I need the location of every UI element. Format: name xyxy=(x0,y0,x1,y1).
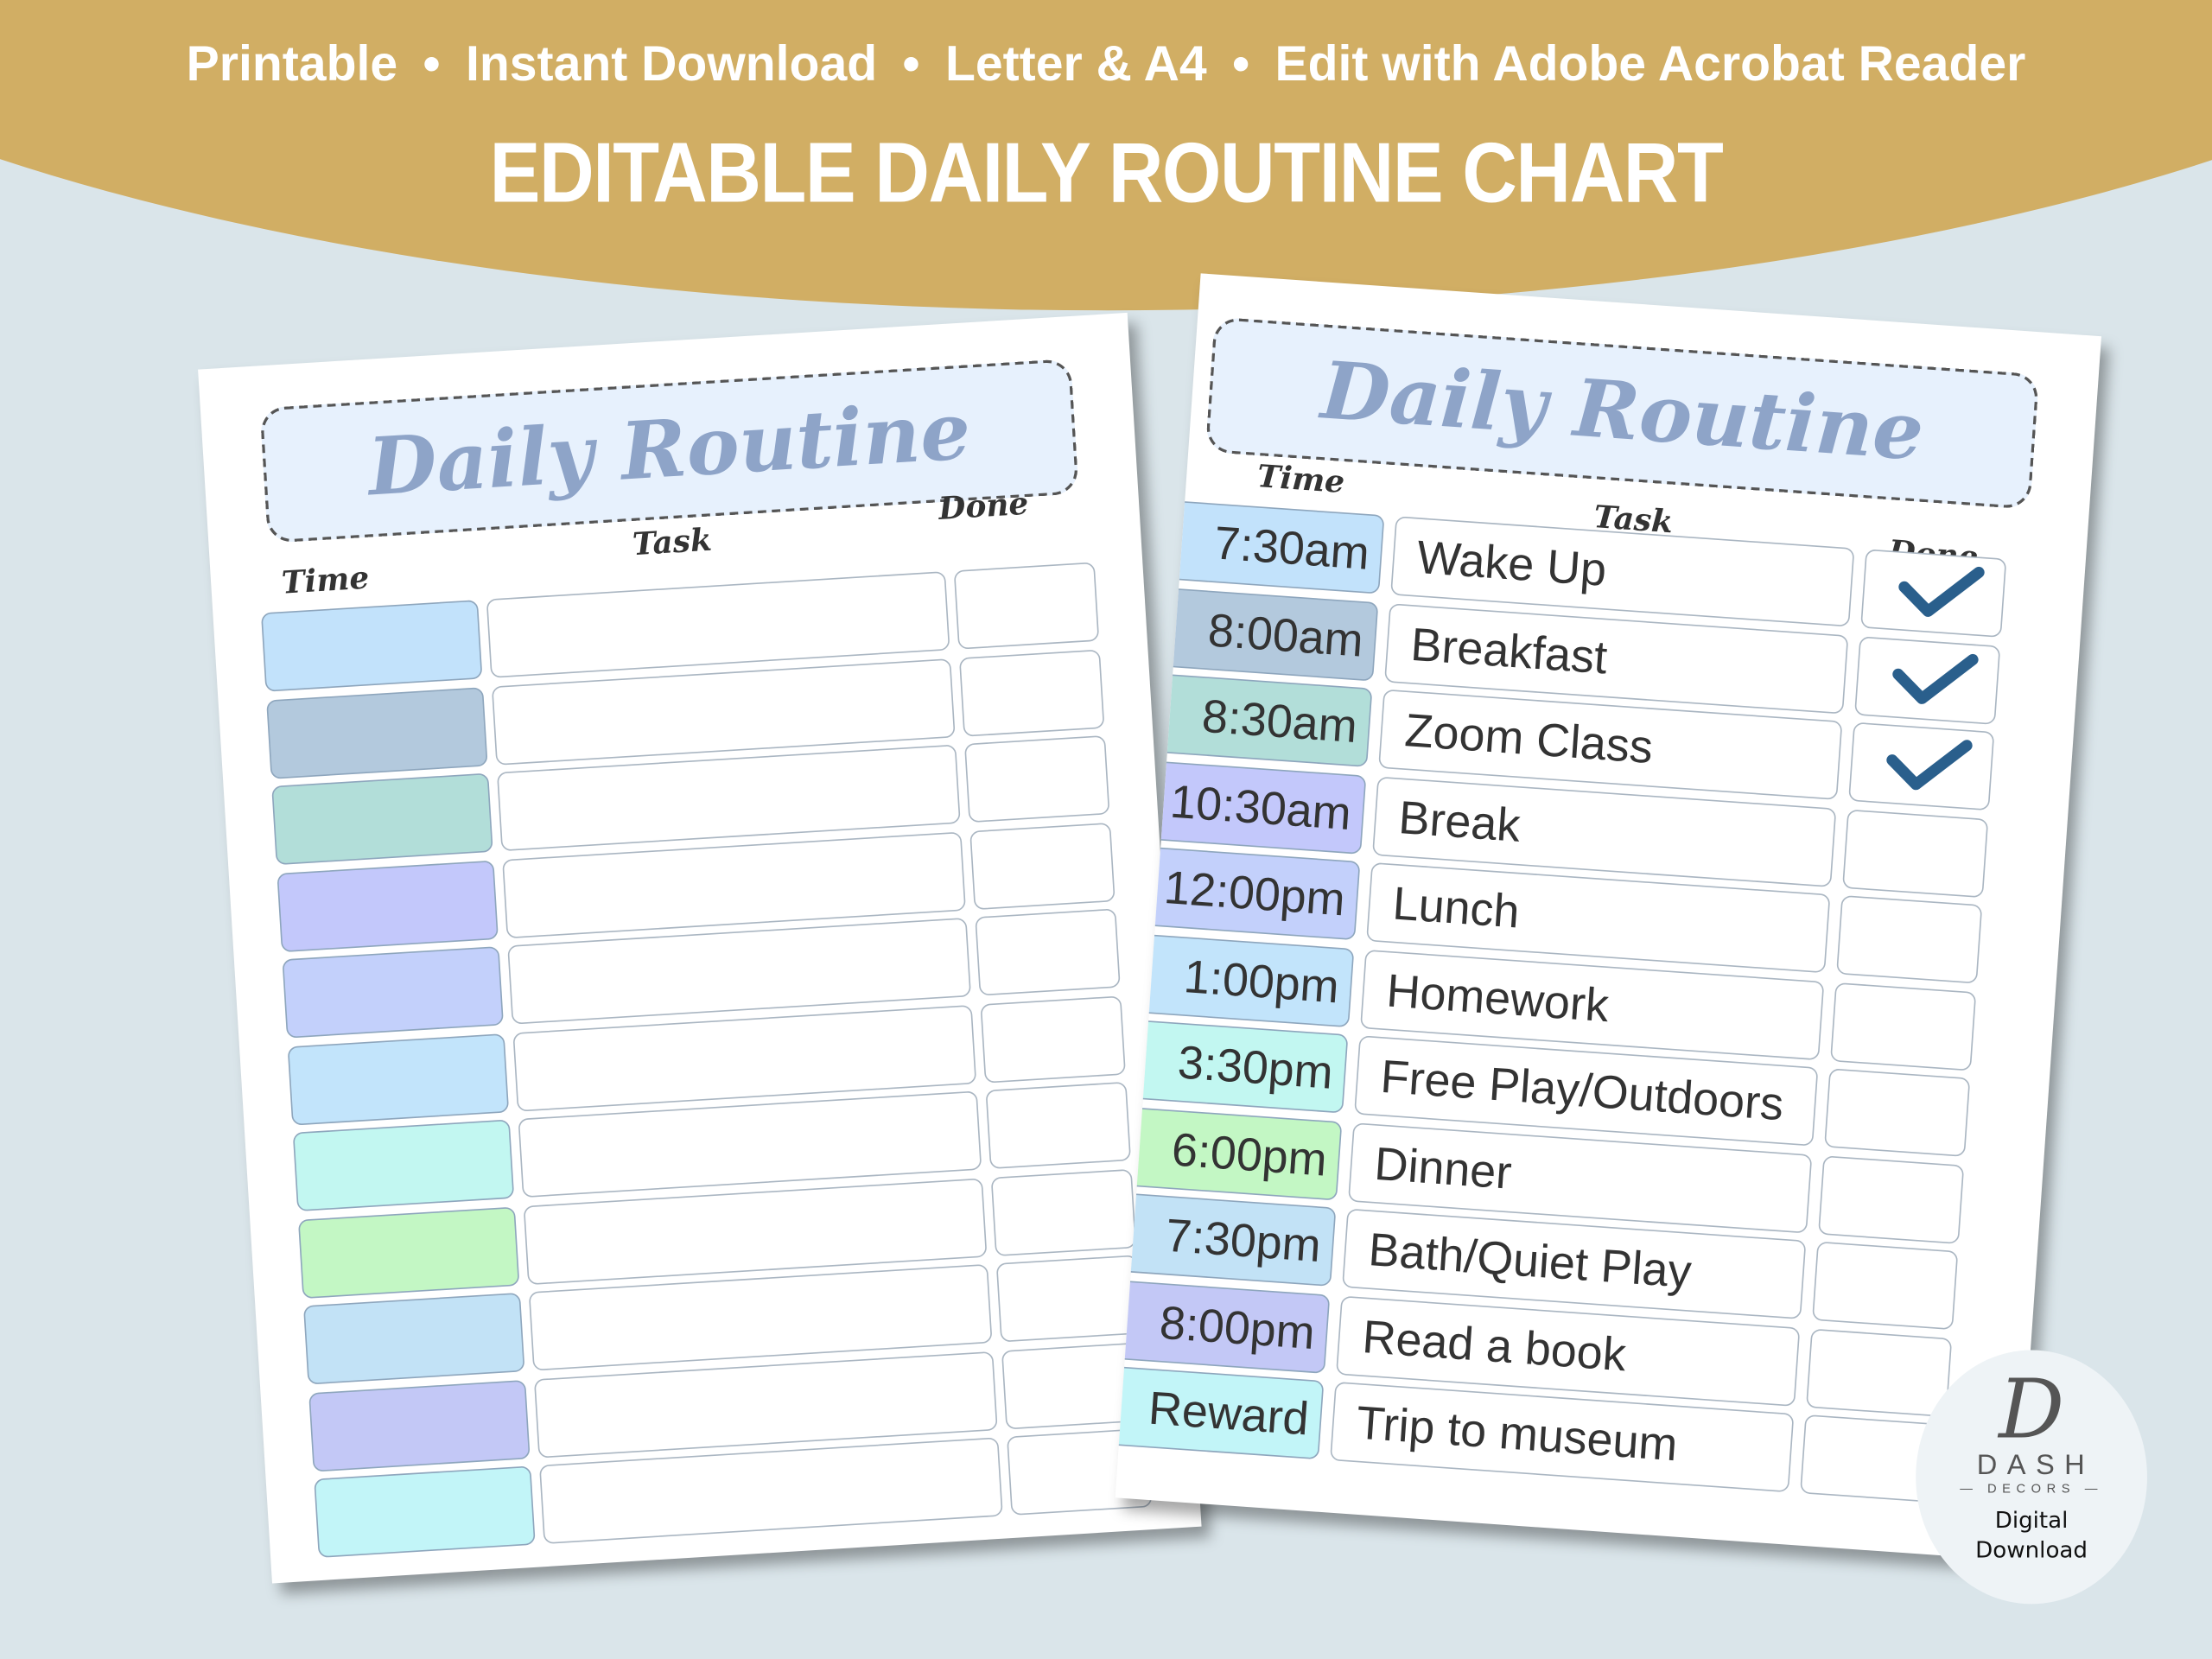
time-value: 12:00pm xyxy=(1162,861,1347,925)
feature-tagline: Printable • Instant Download • Letter & A4 • E… xyxy=(0,36,2212,92)
done-field[interactable] xyxy=(980,995,1126,1083)
task-value: Bath/Quiet Play xyxy=(1366,1223,1694,1298)
time-value: 7:30am xyxy=(1212,516,1371,580)
time-field[interactable]: 8:00am xyxy=(1153,586,1379,681)
badge-line-2: Download xyxy=(1975,1536,2088,1564)
task-value: Homework xyxy=(1384,963,1611,1031)
time-field[interactable]: 1:00pm xyxy=(1128,932,1355,1027)
time-field[interactable] xyxy=(314,1465,536,1558)
time-field[interactable] xyxy=(297,1205,520,1299)
task-value: Free Play/Outdoors xyxy=(1378,1049,1786,1130)
task-value: Trip to museum xyxy=(1354,1395,1680,1471)
task-value: Zoom Class xyxy=(1402,703,1655,773)
done-checkbox[interactable] xyxy=(1854,635,2001,725)
done-field[interactable] xyxy=(969,822,1116,910)
headline: EDITABLE DAILY ROUTINE CHART xyxy=(489,125,1724,220)
time-field[interactable] xyxy=(260,600,483,692)
time-value: 8:00pm xyxy=(1158,1294,1317,1358)
time-field[interactable] xyxy=(287,1033,510,1125)
feature-edit-acrobat: Edit with Adobe Acrobat Reader xyxy=(1274,36,2026,92)
time-value: 7:30pm xyxy=(1164,1208,1323,1272)
brand-badge: D DASH — DECORS — Digital Download xyxy=(1916,1350,2147,1605)
feature-instant-download: Instant Download xyxy=(465,36,878,92)
time-field[interactable] xyxy=(271,772,493,866)
separator: • xyxy=(423,36,441,92)
time-field[interactable] xyxy=(292,1119,515,1212)
brand-logo-mark: D xyxy=(1999,1361,2065,1458)
done-field[interactable] xyxy=(995,1255,1142,1343)
done-checkbox[interactable] xyxy=(1842,808,1989,898)
task-value: Breakfast xyxy=(1408,617,1610,683)
feature-printable: Printable xyxy=(186,36,398,92)
done-field[interactable] xyxy=(963,734,1110,823)
time-field[interactable]: 8:30am xyxy=(1147,672,1373,767)
time-field[interactable]: 6:00pm xyxy=(1116,1105,1343,1200)
checkmark-icon xyxy=(1898,566,1985,617)
time-value: 3:30pm xyxy=(1176,1035,1335,1099)
column-header-task: Task xyxy=(631,522,714,564)
done-checkbox[interactable] xyxy=(1848,721,1995,811)
checkmark-icon xyxy=(1892,653,1979,704)
time-field[interactable] xyxy=(266,686,488,779)
routine-rows xyxy=(198,313,1153,1558)
feature-letter-a4: Letter & A4 xyxy=(944,36,1207,92)
task-value: Dinner xyxy=(1372,1136,1514,1198)
time-field[interactable]: 12:00pm xyxy=(1135,846,1361,941)
time-field[interactable] xyxy=(282,946,504,1039)
column-header-time: Time xyxy=(280,559,371,602)
time-field[interactable] xyxy=(308,1379,531,1471)
time-field[interactable]: 7:30am xyxy=(1159,499,1385,594)
column-header-time: Time xyxy=(1255,458,1346,501)
brand-subname: — DECORS — xyxy=(1960,1481,2103,1496)
time-value: 6:00pm xyxy=(1170,1122,1329,1185)
badge-line-1: Digital xyxy=(1994,1506,2069,1534)
task-value: Wake Up xyxy=(1414,530,1609,596)
time-value: 8:30am xyxy=(1200,689,1359,753)
time-value: 1:00pm xyxy=(1182,949,1341,1013)
time-field[interactable] xyxy=(276,859,499,952)
brand-name: DASH xyxy=(1976,1450,2095,1482)
checkmark-icon xyxy=(1886,740,1973,791)
done-checkbox[interactable] xyxy=(1818,1154,1965,1244)
time-value: Reward xyxy=(1147,1381,1311,1445)
done-checkbox[interactable] xyxy=(1860,549,2007,638)
time-field[interactable]: 10:30am xyxy=(1141,760,1367,855)
task-value: Read a book xyxy=(1360,1309,1628,1380)
time-field[interactable]: Reward xyxy=(1115,1365,1325,1460)
task-value: Break xyxy=(1396,790,1522,851)
blank-routine-page: Daily Routine Time Task Done xyxy=(198,312,1202,1584)
done-checkbox[interactable] xyxy=(1830,982,1977,1071)
separator: • xyxy=(902,36,920,92)
done-field[interactable] xyxy=(953,562,1100,650)
time-field[interactable]: 8:00pm xyxy=(1115,1279,1331,1374)
separator: • xyxy=(1232,36,1250,92)
time-field[interactable] xyxy=(302,1292,525,1385)
done-field[interactable] xyxy=(958,648,1105,736)
column-header-done: Done xyxy=(937,485,1030,528)
done-checkbox[interactable] xyxy=(1812,1241,1959,1331)
product-mockup: Printable • Instant Download • Letter & A4 • E… xyxy=(0,0,2212,1659)
done-field[interactable] xyxy=(975,908,1121,996)
digital-download-label: Digital Download xyxy=(1916,1505,2147,1565)
task-value: Lunch xyxy=(1390,876,1522,938)
done-field[interactable] xyxy=(985,1081,1132,1170)
done-checkbox[interactable] xyxy=(1824,1068,1971,1157)
done-field[interactable] xyxy=(990,1168,1137,1256)
done-checkbox[interactable] xyxy=(1836,894,1983,984)
time-field[interactable]: 7:30pm xyxy=(1115,1192,1337,1287)
time-field[interactable]: 3:30pm xyxy=(1122,1019,1349,1114)
time-value: 10:30am xyxy=(1168,773,1353,839)
time-value: 8:00am xyxy=(1206,602,1365,666)
